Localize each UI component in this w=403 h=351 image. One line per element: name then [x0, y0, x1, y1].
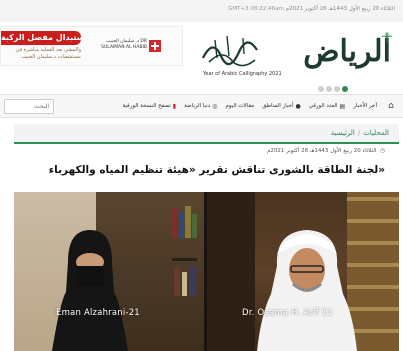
top-date-text: الثلاثاء 20 ربيع الأول 1443هـ 26 أكتوبر …: [285, 6, 395, 12]
nav-label-regions: أخبار المناطق: [262, 103, 294, 109]
slider-dot[interactable]: [334, 86, 340, 92]
breadcrumb-separator: /: [357, 129, 361, 137]
top-bar: GMT+3 08:22:46am الثلاثاء 20 ربيع الأول …: [0, 0, 403, 22]
nav-item-pdf[interactable]: تصفح النسخة الورقية ▮: [122, 103, 176, 110]
breadcrumb-current[interactable]: المحليات: [363, 129, 389, 137]
top-date: GMT+3 08:22:46am الثلاثاء 20 ربيع الأول …: [225, 6, 395, 12]
breadcrumb: المحليات/الرئيسية: [331, 129, 389, 137]
search-input[interactable]: [4, 99, 54, 114]
nav-label-pdf: تصفح النسخة الورقية: [122, 103, 171, 109]
nav-label-latest: آخر الأخبار: [353, 103, 377, 109]
slider-dots[interactable]: [318, 86, 348, 92]
hospital-cross-icon: [149, 40, 161, 52]
ad-cta[interactable]: عمليات استبدال مفصل الركبة: [1, 31, 81, 45]
ad-brand: د. سليمان الحبيب DR SULAIMAN AL HABIB: [101, 39, 147, 50]
location-pin-icon: ●: [295, 102, 301, 110]
ad-description: والمشي بعد العملية مباشرة في مستشفيات د.…: [15, 47, 81, 60]
pdf-icon: ▮: [172, 102, 177, 110]
nav-items: ⌂ آخر الأخبار العدد الورقي ▤ أخبار المنا…: [122, 100, 397, 112]
clock-icon: ◷: [380, 148, 385, 154]
slider-dot[interactable]: [318, 86, 324, 92]
sports-ball-icon: ◎: [212, 102, 218, 110]
nav-item-articles[interactable]: مقالات اليوم: [226, 103, 255, 109]
calligraphy-year-logo: [202, 35, 258, 67]
article-image[interactable]: Eman Alzahrani-21 Dr. Osama H. Arif 11: [14, 192, 399, 351]
main-nav: ⌂ آخر الأخبار العدد الورقي ▤ أخبار المنا…: [0, 94, 403, 118]
speaker-right-figure: [257, 230, 357, 351]
slider-dot-active[interactable]: [342, 86, 348, 92]
books-decoration: [172, 206, 197, 296]
calligraphy-caption: Year of Arabic Calligraphy 2021: [203, 71, 282, 77]
top-gmt: GMT+3 08:22:46am: [228, 6, 284, 12]
site-logo[interactable]: الرياض: [303, 34, 391, 70]
palm-icon: [381, 32, 393, 43]
speaker-left-name: Eman Alzahrani-21: [56, 308, 140, 318]
nav-item-regions[interactable]: أخبار المناطق ●: [262, 103, 301, 110]
nav-label-articles: مقالات اليوم: [225, 103, 255, 109]
nav-label-sports: دنيا الرياضة: [184, 103, 211, 109]
newspaper-icon: ▤: [339, 102, 346, 110]
ad-banner[interactable]: عمليات استبدال مفصل الركبة والمشي بعد ال…: [0, 26, 183, 66]
nav-item-latest[interactable]: آخر الأخبار: [353, 103, 377, 109]
breadcrumb-bar: المحليات/الرئيسية: [14, 124, 399, 144]
bookshelf-right: [207, 192, 255, 351]
speaker-left-figure: [52, 230, 128, 351]
breadcrumb-home[interactable]: الرئيسية: [331, 129, 355, 137]
home-icon[interactable]: ⌂: [385, 100, 397, 112]
article-meta: الثلاثاء 20 ربيع الأول 1443هـ 26 أكتوبر …: [267, 148, 385, 154]
article-headline: لجنة الطاقة بالشورى تناقش تقرير «هيئة تن…: [48, 164, 385, 176]
article-date: الثلاثاء 20 ربيع الأول 1443هـ 26 أكتوبر …: [267, 148, 377, 154]
video-panel-left: [14, 192, 204, 351]
video-panel-right: [207, 192, 399, 351]
masthead: عمليات استبدال مفصل الركبة والمشي بعد ال…: [0, 22, 403, 94]
nav-label-print-issue: العدد الورقي: [308, 103, 338, 109]
speaker-right-name: Dr. Osama H. Arif 11: [242, 308, 334, 318]
nav-item-sports[interactable]: دنيا الرياضة ◎: [184, 103, 217, 110]
nav-item-print-issue[interactable]: العدد الورقي ▤: [309, 103, 346, 110]
slider-dot[interactable]: [326, 86, 332, 92]
